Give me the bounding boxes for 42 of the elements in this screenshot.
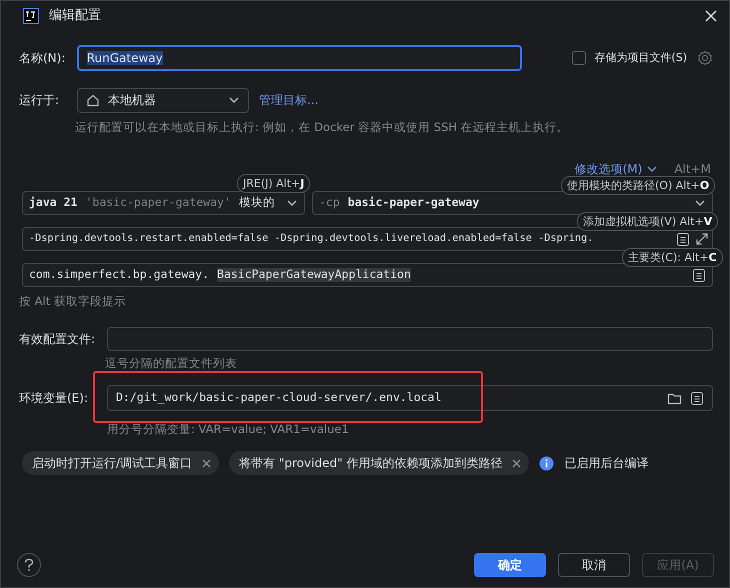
jre-dropdown[interactable]: java 21 'basic-paper-gateway' 模块的 — [22, 191, 305, 215]
field-label: 有效配置文件: — [19, 332, 96, 346]
window-title: 编辑配置 — [49, 8, 101, 24]
shortcut-text: Alt+M — [674, 162, 711, 176]
checkbox-label: 存储为项目文件(S) — [594, 50, 687, 66]
modify-options-link[interactable]: 修改选项(M) — [574, 162, 658, 176]
document-icon — [690, 390, 704, 406]
checkbox[interactable] — [572, 51, 586, 65]
gear-icon — [697, 50, 713, 66]
document-icon — [676, 232, 690, 246]
hint-text: 按 Alt 获取字段提示 — [19, 295, 127, 310]
home-icon — [86, 93, 100, 107]
field-label: 运行于: — [19, 92, 60, 108]
hint-text: 用分号分隔变量: VAR=value; VAR1=value1 — [106, 423, 350, 438]
shortcut-hint: 主要类(C): Alt+C — [622, 248, 723, 267]
dialog-button[interactable]: 确定 — [474, 553, 546, 577]
name-field[interactable]: RunGateway — [76, 45, 522, 71]
document-icon — [692, 268, 706, 282]
hint-text: 逗号分隔的配置文件列表 — [104, 357, 238, 372]
question-icon — [23, 558, 35, 572]
manage-targets-link[interactable]: 管理目标... — [259, 92, 318, 108]
shortcut-hint: 添加虚拟机选项(V) Alt+V — [577, 212, 718, 231]
vm-options-field[interactable]: -Dspring.devtools.restart.enabled=false -Dspring.devtools.livereload.enabled=false -Dspring. — [22, 227, 713, 251]
field-label: 环境变量(E): — [19, 390, 89, 406]
folder-icon — [667, 392, 682, 404]
help-button[interactable] — [17, 553, 41, 577]
option-chip: 将带有 "provided" 作用域的依赖项添加到类路径 — [229, 451, 530, 475]
option-chip: 启动时打开运行/调试工具窗口 — [22, 451, 220, 475]
field-label: 名称(N): — [19, 50, 66, 66]
dialog-button[interactable]: 取消 — [558, 553, 630, 577]
info-icon — [539, 456, 554, 470]
target-dropdown[interactable]: 本地机器 — [77, 88, 249, 112]
classpath-dropdown[interactable]: -cp basic-paper-gateway — [312, 191, 713, 215]
hint-text: 运行配置可以在本地或目标上执行: 例如，在 Docker 容器中或使用 SSH 在远程主机上执行。 — [74, 121, 570, 136]
info-text: 已启用后台编译 — [564, 456, 648, 470]
shortcut-hint: 使用模块的类路径(O) Alt+O — [561, 176, 716, 195]
shortcut-hint: JRE(J) Alt+J — [237, 174, 310, 193]
expand-icon — [696, 233, 708, 245]
env-vars-field[interactable]: D:/git_work/basic-paper-cloud-server/.env.local — [107, 385, 713, 411]
main-class-field[interactable]: com.simperfect.bp.gateway. BasicPaperGatewayApplication — [22, 263, 713, 287]
app-icon — [23, 8, 39, 24]
profiles-field[interactable] — [107, 327, 713, 351]
